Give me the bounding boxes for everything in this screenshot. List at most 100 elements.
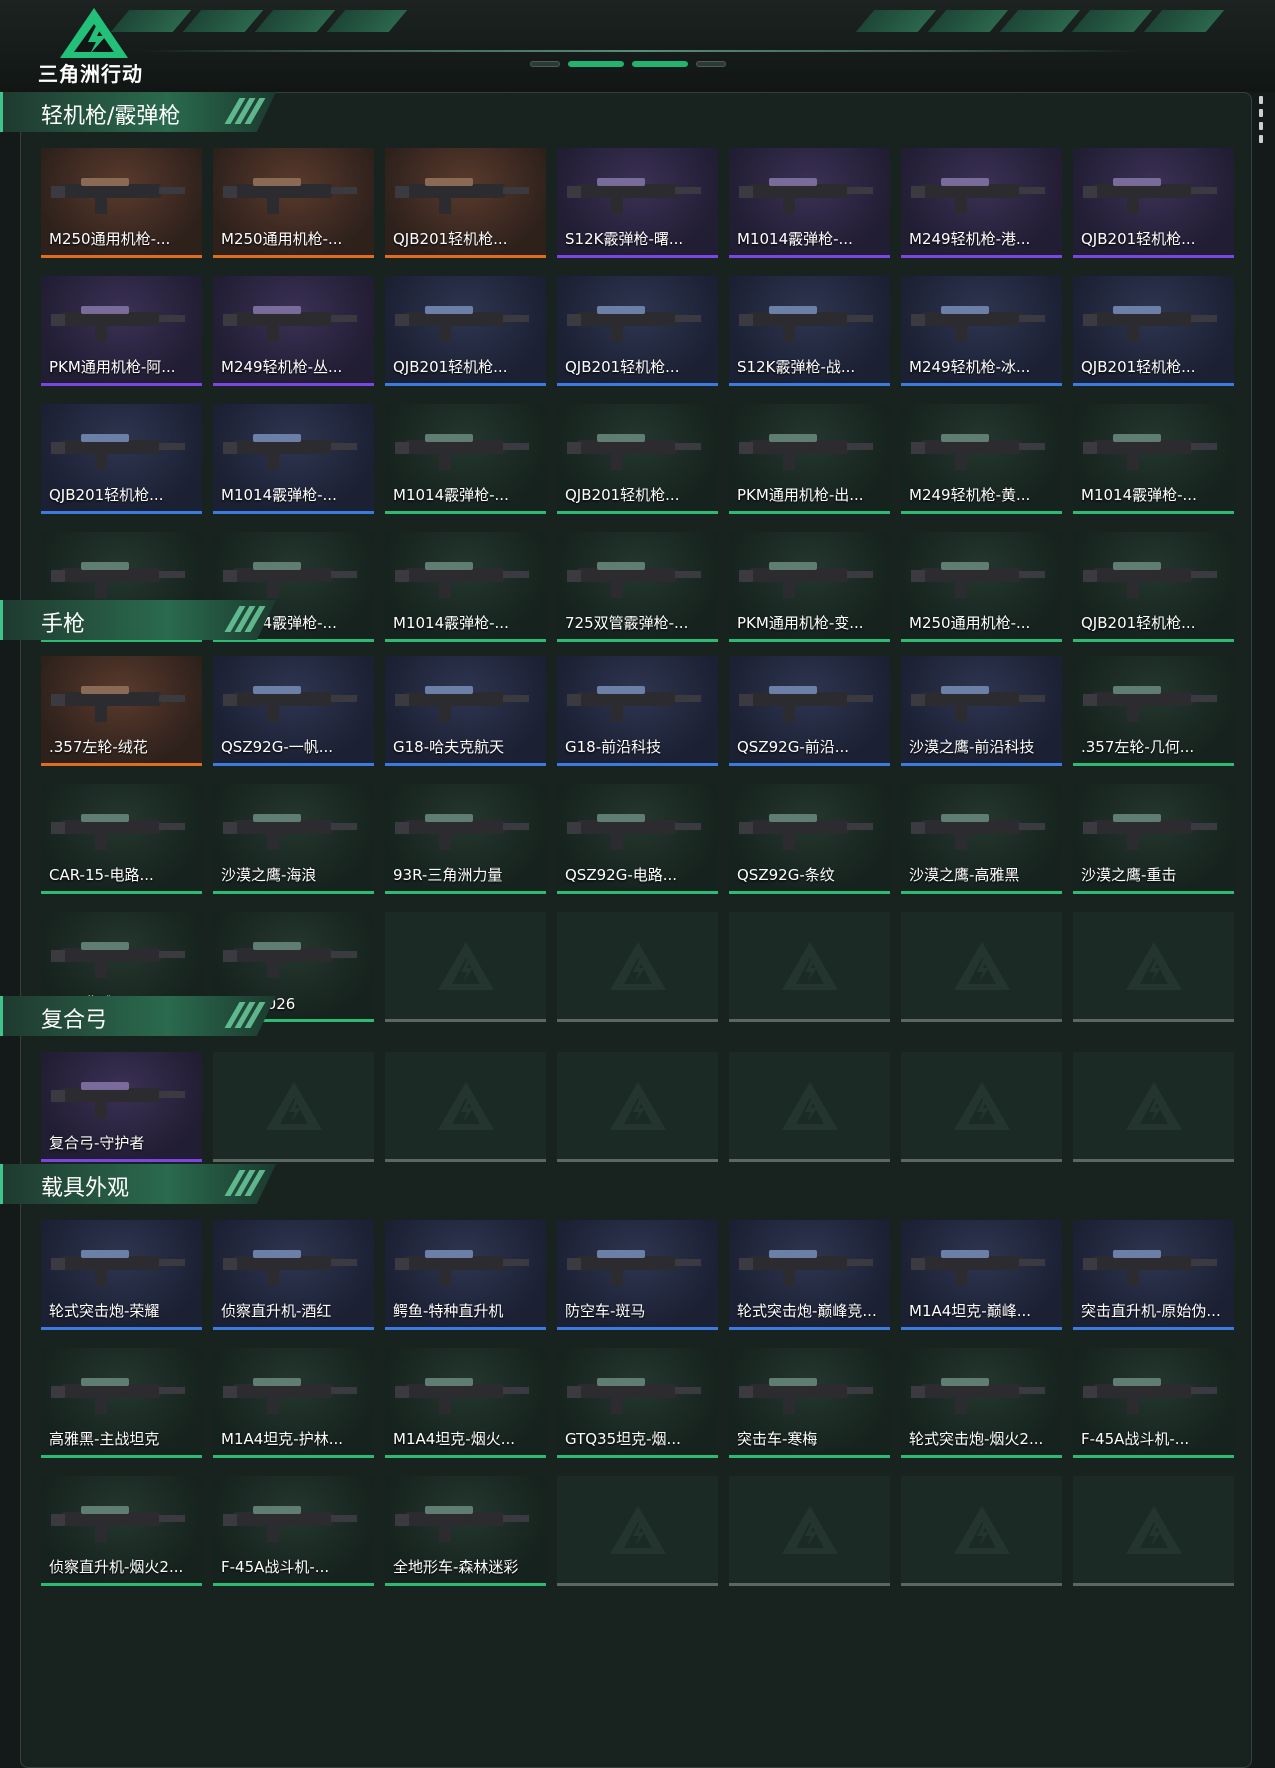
item-card[interactable]: QSZ92G-条纹 <box>729 784 890 894</box>
item-card[interactable]: QJB201轻机枪... <box>1073 148 1234 258</box>
section-title: 载具外观 <box>41 1176 130 1201</box>
item-label: 沙漠之鹰-高雅黑 <box>909 866 1020 884</box>
item-card[interactable]: 突击直升机-原始伪... <box>1073 1220 1234 1330</box>
item-card[interactable]: QJB201轻机枪... <box>41 404 202 514</box>
item-label: M250通用机枪-... <box>221 230 343 248</box>
item-thumbnail-icon <box>395 306 529 342</box>
item-card[interactable]: M1014霰弹枪-... <box>385 532 546 642</box>
item-card[interactable]: QJB201轻机枪... <box>557 404 718 514</box>
item-label: PKM通用机枪-变... <box>737 614 864 632</box>
item-card[interactable]: 725双管霰弹枪-... <box>557 532 718 642</box>
item-card[interactable]: 防空车-斑马 <box>557 1220 718 1330</box>
item-card[interactable]: 轮式突击炮-烟火2... <box>901 1348 1062 1458</box>
item-card[interactable]: M1A4坦克-烟火... <box>385 1348 546 1458</box>
item-card[interactable]: 复合弓-守护者 <box>41 1052 202 1162</box>
item-thumbnail-icon <box>1083 1250 1217 1286</box>
item-card[interactable]: M1014霰弹枪-... <box>385 404 546 514</box>
item-label: 防空车-斑马 <box>565 1302 646 1320</box>
item-card[interactable]: .357左轮-绒花 <box>41 656 202 766</box>
item-card[interactable]: QJB201轻机枪... <box>385 148 546 258</box>
item-card[interactable]: QSZ92G-前沿... <box>729 656 890 766</box>
item-label: G18-哈夫克航天 <box>393 738 505 756</box>
item-card[interactable]: GTQ35坦克-烟... <box>557 1348 718 1458</box>
item-card[interactable]: 轮式突击炮-荣耀 <box>41 1220 202 1330</box>
item-thumbnail-icon <box>739 814 873 850</box>
item-thumbnail-icon <box>567 1378 701 1414</box>
item-label: M249轻机枪-港... <box>909 230 1031 248</box>
item-label: QJB201轻机枪... <box>565 358 680 376</box>
item-card[interactable]: F-45A战斗机-... <box>213 1476 374 1586</box>
item-thumbnail-icon <box>395 178 529 214</box>
item-thumbnail-icon <box>223 686 357 722</box>
item-thumbnail-icon <box>223 1506 357 1542</box>
item-grid: M250通用机枪-... M250通用机枪-... QJB201轻机枪... S12K… <box>41 148 1234 642</box>
item-card[interactable]: M250通用机枪-... <box>41 148 202 258</box>
item-card[interactable]: 沙漠之鹰-前沿科技 <box>901 656 1062 766</box>
item-thumbnail-icon <box>911 686 1045 722</box>
item-label: GTQ35坦克-烟... <box>565 1430 681 1448</box>
section-deco <box>224 1170 266 1196</box>
item-label: S12K霰弹枪-曙... <box>565 230 684 248</box>
item-label: 沙漠之鹰-重击 <box>1081 866 1177 884</box>
item-card[interactable]: M249轻机枪-冰... <box>901 276 1062 386</box>
item-card[interactable]: 全地形车-森林迷彩 <box>385 1476 546 1586</box>
item-card[interactable]: M250通用机枪-... <box>213 148 374 258</box>
placeholder-emblem-icon <box>609 1081 666 1130</box>
item-card[interactable]: 侦察直升机-酒红 <box>213 1220 374 1330</box>
item-label: M1014霰弹枪-... <box>393 486 509 504</box>
item-card[interactable]: F-45A战斗机-... <box>1073 1348 1234 1458</box>
item-thumbnail-icon <box>911 178 1045 214</box>
item-card[interactable]: M1014霰弹枪-... <box>213 404 374 514</box>
item-card[interactable]: PKM通用机枪-阿... <box>41 276 202 386</box>
placeholder-emblem-icon <box>265 1081 322 1130</box>
item-card[interactable]: G18-哈夫克航天 <box>385 656 546 766</box>
item-card[interactable]: .357左轮-几何... <box>1073 656 1234 766</box>
item-card[interactable]: PKM通用机枪-变... <box>729 532 890 642</box>
item-card[interactable]: 突击车-寒梅 <box>729 1348 890 1458</box>
item-card[interactable]: M1014霰弹枪-... <box>1073 404 1234 514</box>
item-label: 突击直升机-原始伪... <box>1081 1302 1221 1320</box>
item-card[interactable]: 高雅黑-主战坦克 <box>41 1348 202 1458</box>
item-card[interactable]: QJB201轻机枪... <box>1073 276 1234 386</box>
item-card[interactable]: S12K霰弹枪-战... <box>729 276 890 386</box>
item-card[interactable]: M249轻机枪-港... <box>901 148 1062 258</box>
item-grid: 复合弓-守护者 <box>41 1052 1234 1162</box>
placeholder-emblem-icon <box>609 941 666 990</box>
item-card[interactable]: 侦察直升机-烟火2... <box>41 1476 202 1586</box>
scrollbar[interactable] <box>1259 96 1263 148</box>
item-label: 全地形车-森林迷彩 <box>393 1558 519 1576</box>
empty-slot <box>1073 1476 1234 1586</box>
item-card[interactable]: 93R-三角洲力量 <box>385 784 546 894</box>
item-card[interactable]: PKM通用机枪-出... <box>729 404 890 514</box>
item-card[interactable]: M1A4坦克-巅峰... <box>901 1220 1062 1330</box>
item-card[interactable]: M250通用机枪-... <box>901 532 1062 642</box>
empty-slot <box>901 1476 1062 1586</box>
item-card[interactable]: QJB201轻机枪... <box>557 276 718 386</box>
item-thumbnail-icon <box>739 434 873 470</box>
item-card[interactable]: M1A4坦克-护林... <box>213 1348 374 1458</box>
item-card[interactable]: 鳄鱼-特种直升机 <box>385 1220 546 1330</box>
item-card[interactable]: 沙漠之鹰-高雅黑 <box>901 784 1062 894</box>
item-card[interactable]: 沙漠之鹰-海浪 <box>213 784 374 894</box>
logo-text: 三角洲行动 <box>38 64 143 86</box>
empty-slot <box>1073 1052 1234 1162</box>
item-card[interactable]: 轮式突击炮-巅峰竞... <box>729 1220 890 1330</box>
item-card[interactable]: M1014霰弹枪-... <box>729 148 890 258</box>
item-card[interactable]: M249轻机枪-黄... <box>901 404 1062 514</box>
item-label: .357左轮-绒花 <box>49 738 148 756</box>
item-card[interactable]: S12K霰弹枪-曙... <box>557 148 718 258</box>
item-card[interactable]: QJB201轻机枪... <box>1073 532 1234 642</box>
item-card[interactable]: CAR-15-电路... <box>41 784 202 894</box>
section-deco <box>224 1002 266 1028</box>
item-card[interactable]: 沙漠之鹰-重击 <box>1073 784 1234 894</box>
item-card[interactable]: QSZ92G-电路... <box>557 784 718 894</box>
item-card[interactable]: G18-前沿科技 <box>557 656 718 766</box>
item-card[interactable]: M249轻机枪-丛... <box>213 276 374 386</box>
empty-slot <box>729 1476 890 1586</box>
item-label: F-45A战斗机-... <box>221 1558 330 1576</box>
item-card[interactable]: QSZ92G-一帆... <box>213 656 374 766</box>
item-thumbnail-icon <box>51 814 185 850</box>
section-deco <box>224 606 266 632</box>
item-grid: 轮式突击炮-荣耀 侦察直升机-酒红 鳄鱼-特种直升机 防空车-斑马 轮式突击炮-巅峰竞.… <box>41 1220 1234 1586</box>
item-card[interactable]: QJB201轻机枪... <box>385 276 546 386</box>
